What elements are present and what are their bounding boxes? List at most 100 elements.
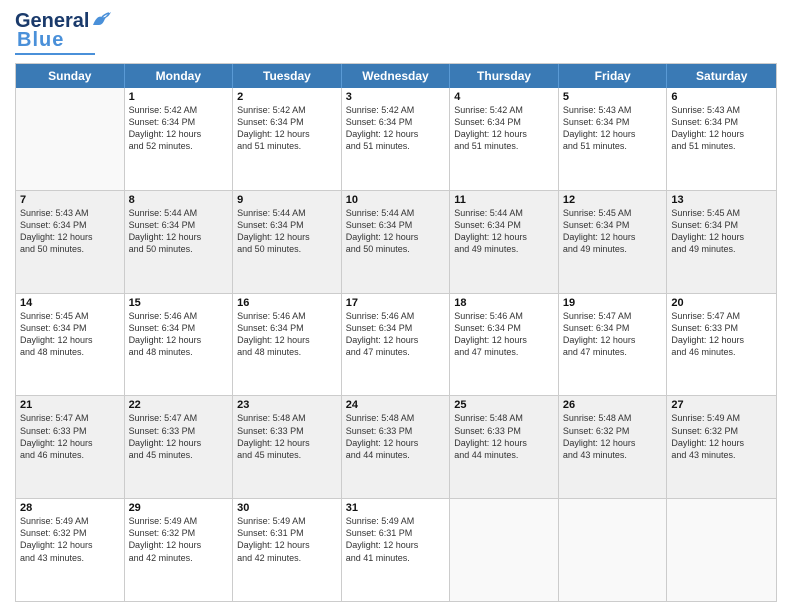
cell-line: and 50 minutes. xyxy=(20,243,120,255)
cell-line: and 50 minutes. xyxy=(237,243,337,255)
calendar-cell: 22Sunrise: 5:47 AMSunset: 6:33 PMDayligh… xyxy=(125,396,234,498)
day-number: 12 xyxy=(563,194,663,206)
cell-line: and 48 minutes. xyxy=(20,346,120,358)
cell-line: and 49 minutes. xyxy=(671,243,772,255)
calendar-cell: 26Sunrise: 5:48 AMSunset: 6:32 PMDayligh… xyxy=(559,396,668,498)
calendar-header-cell: Sunday xyxy=(16,64,125,88)
cell-line: Daylight: 12 hours xyxy=(563,334,663,346)
calendar-cell: 11Sunrise: 5:44 AMSunset: 6:34 PMDayligh… xyxy=(450,191,559,293)
cell-line: and 46 minutes. xyxy=(671,346,772,358)
cell-line: Sunrise: 5:47 AM xyxy=(671,310,772,322)
cell-line: Sunrise: 5:43 AM xyxy=(671,104,772,116)
cell-line: Daylight: 12 hours xyxy=(20,334,120,346)
day-number: 3 xyxy=(346,91,446,103)
cell-line: Sunrise: 5:48 AM xyxy=(346,412,446,424)
cell-line: and 45 minutes. xyxy=(237,449,337,461)
cell-line: Sunrise: 5:42 AM xyxy=(346,104,446,116)
calendar-header-cell: Tuesday xyxy=(233,64,342,88)
cell-line: Sunset: 6:33 PM xyxy=(129,425,229,437)
cell-line: and 49 minutes. xyxy=(563,243,663,255)
cell-line: Sunrise: 5:47 AM xyxy=(129,412,229,424)
calendar-header-cell: Wednesday xyxy=(342,64,451,88)
day-number: 27 xyxy=(671,399,772,411)
day-number: 10 xyxy=(346,194,446,206)
cell-line: Daylight: 12 hours xyxy=(20,539,120,551)
calendar-cell: 12Sunrise: 5:45 AMSunset: 6:34 PMDayligh… xyxy=(559,191,668,293)
calendar-cell: 14Sunrise: 5:45 AMSunset: 6:34 PMDayligh… xyxy=(16,294,125,396)
cell-line: and 43 minutes. xyxy=(20,552,120,564)
cell-line: Sunrise: 5:43 AM xyxy=(20,207,120,219)
cell-line: Daylight: 12 hours xyxy=(671,128,772,140)
calendar-cell: 24Sunrise: 5:48 AMSunset: 6:33 PMDayligh… xyxy=(342,396,451,498)
cell-line: Sunrise: 5:45 AM xyxy=(20,310,120,322)
cell-line: Sunset: 6:34 PM xyxy=(563,116,663,128)
day-number: 25 xyxy=(454,399,554,411)
cell-line: Sunset: 6:33 PM xyxy=(454,425,554,437)
cell-line: Sunset: 6:34 PM xyxy=(671,219,772,231)
cell-line: and 51 minutes. xyxy=(671,140,772,152)
calendar-cell xyxy=(667,499,776,601)
day-number: 19 xyxy=(563,297,663,309)
logo-blue-text: Blue xyxy=(17,29,64,52)
calendar-cell: 10Sunrise: 5:44 AMSunset: 6:34 PMDayligh… xyxy=(342,191,451,293)
cell-line: Sunset: 6:32 PM xyxy=(671,425,772,437)
calendar-cell: 13Sunrise: 5:45 AMSunset: 6:34 PMDayligh… xyxy=(667,191,776,293)
calendar-cell: 16Sunrise: 5:46 AMSunset: 6:34 PMDayligh… xyxy=(233,294,342,396)
calendar-cell xyxy=(450,499,559,601)
cell-line: and 52 minutes. xyxy=(129,140,229,152)
day-number: 9 xyxy=(237,194,337,206)
calendar-cell: 25Sunrise: 5:48 AMSunset: 6:33 PMDayligh… xyxy=(450,396,559,498)
cell-line: and 41 minutes. xyxy=(346,552,446,564)
page: General Blue SundayMondayTuesdayWednesda… xyxy=(0,0,792,612)
calendar-cell: 15Sunrise: 5:46 AMSunset: 6:34 PMDayligh… xyxy=(125,294,234,396)
cell-line: Sunrise: 5:49 AM xyxy=(671,412,772,424)
cell-line: Daylight: 12 hours xyxy=(671,231,772,243)
day-number: 17 xyxy=(346,297,446,309)
calendar-row: 1Sunrise: 5:42 AMSunset: 6:34 PMDaylight… xyxy=(16,88,776,190)
cell-line: Daylight: 12 hours xyxy=(346,437,446,449)
day-number: 21 xyxy=(20,399,120,411)
cell-line: Sunset: 6:34 PM xyxy=(237,322,337,334)
cell-line: Sunset: 6:33 PM xyxy=(671,322,772,334)
day-number: 6 xyxy=(671,91,772,103)
cell-line: Sunrise: 5:49 AM xyxy=(20,515,120,527)
cell-line: Sunrise: 5:49 AM xyxy=(346,515,446,527)
cell-line: Daylight: 12 hours xyxy=(129,334,229,346)
calendar-body: 1Sunrise: 5:42 AMSunset: 6:34 PMDaylight… xyxy=(16,88,776,601)
cell-line: Sunrise: 5:49 AM xyxy=(237,515,337,527)
cell-line: Daylight: 12 hours xyxy=(129,231,229,243)
cell-line: Sunset: 6:34 PM xyxy=(237,116,337,128)
cell-line: Sunrise: 5:43 AM xyxy=(563,104,663,116)
calendar-header-cell: Monday xyxy=(125,64,234,88)
cell-line: Sunset: 6:34 PM xyxy=(129,116,229,128)
cell-line: and 47 minutes. xyxy=(563,346,663,358)
cell-line: and 49 minutes. xyxy=(454,243,554,255)
cell-line: Sunset: 6:34 PM xyxy=(671,116,772,128)
cell-line: Daylight: 12 hours xyxy=(346,334,446,346)
cell-line: Daylight: 12 hours xyxy=(237,231,337,243)
header: General Blue xyxy=(15,10,777,55)
day-number: 2 xyxy=(237,91,337,103)
day-number: 14 xyxy=(20,297,120,309)
cell-line: Daylight: 12 hours xyxy=(346,128,446,140)
day-number: 20 xyxy=(671,297,772,309)
cell-line: Sunset: 6:34 PM xyxy=(129,219,229,231)
calendar-cell: 31Sunrise: 5:49 AMSunset: 6:31 PMDayligh… xyxy=(342,499,451,601)
cell-line: Sunset: 6:32 PM xyxy=(129,527,229,539)
cell-line: Daylight: 12 hours xyxy=(671,437,772,449)
calendar-cell xyxy=(559,499,668,601)
calendar-cell: 27Sunrise: 5:49 AMSunset: 6:32 PMDayligh… xyxy=(667,396,776,498)
cell-line: Sunrise: 5:48 AM xyxy=(563,412,663,424)
cell-line: Sunset: 6:32 PM xyxy=(563,425,663,437)
cell-line: Daylight: 12 hours xyxy=(563,128,663,140)
day-number: 7 xyxy=(20,194,120,206)
calendar-cell: 7Sunrise: 5:43 AMSunset: 6:34 PMDaylight… xyxy=(16,191,125,293)
calendar-header-cell: Thursday xyxy=(450,64,559,88)
day-number: 22 xyxy=(129,399,229,411)
cell-line: Sunrise: 5:44 AM xyxy=(129,207,229,219)
cell-line: Daylight: 12 hours xyxy=(129,539,229,551)
cell-line: Sunrise: 5:46 AM xyxy=(129,310,229,322)
logo: General Blue xyxy=(15,10,113,55)
day-number: 1 xyxy=(129,91,229,103)
calendar-cell: 8Sunrise: 5:44 AMSunset: 6:34 PMDaylight… xyxy=(125,191,234,293)
